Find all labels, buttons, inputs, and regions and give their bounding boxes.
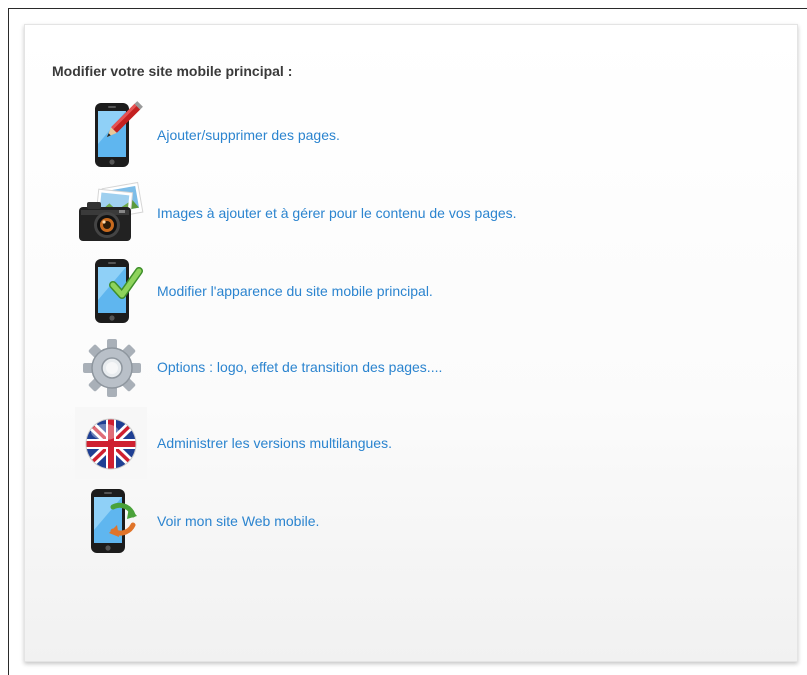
options-link[interactable]: Options : logo, effet de transition des …: [157, 359, 442, 375]
window-frame-top: [8, 8, 807, 9]
appearance-link[interactable]: Modifier l'apparence du site mobile prin…: [157, 283, 433, 299]
languages-link[interactable]: Administrer les versions multilangues.: [157, 435, 392, 451]
menu-item-view-site[interactable]: Voir mon site Web mobile.: [75, 485, 775, 557]
phone-check-icon[interactable]: [75, 255, 147, 327]
phone-pen-icon[interactable]: [75, 99, 147, 171]
menu-item-languages[interactable]: Administrer les versions multilangues.: [75, 407, 775, 479]
camera-photos-icon[interactable]: [75, 177, 147, 249]
menu-item-options[interactable]: Options : logo, effet de transition des …: [75, 331, 775, 403]
uk-flag-globe-icon[interactable]: [75, 407, 147, 479]
gear-icon[interactable]: [75, 331, 147, 403]
images-link[interactable]: Images à ajouter et à gérer pour le cont…: [157, 205, 517, 221]
phone-refresh-icon[interactable]: [75, 485, 147, 557]
panel-title: Modifier votre site mobile principal :: [52, 63, 293, 79]
menu-item-images[interactable]: Images à ajouter et à gérer pour le cont…: [75, 177, 775, 249]
menu-item-appearance[interactable]: Modifier l'apparence du site mobile prin…: [75, 255, 775, 327]
view-site-link[interactable]: Voir mon site Web mobile.: [157, 513, 319, 529]
menu-item-add-remove-pages[interactable]: Ajouter/supprimer des pages.: [75, 99, 775, 171]
mobile-site-panel: Modifier votre site mobile principal : A…: [24, 24, 798, 662]
window-frame-left: [8, 8, 9, 675]
add-remove-pages-link[interactable]: Ajouter/supprimer des pages.: [157, 127, 340, 143]
